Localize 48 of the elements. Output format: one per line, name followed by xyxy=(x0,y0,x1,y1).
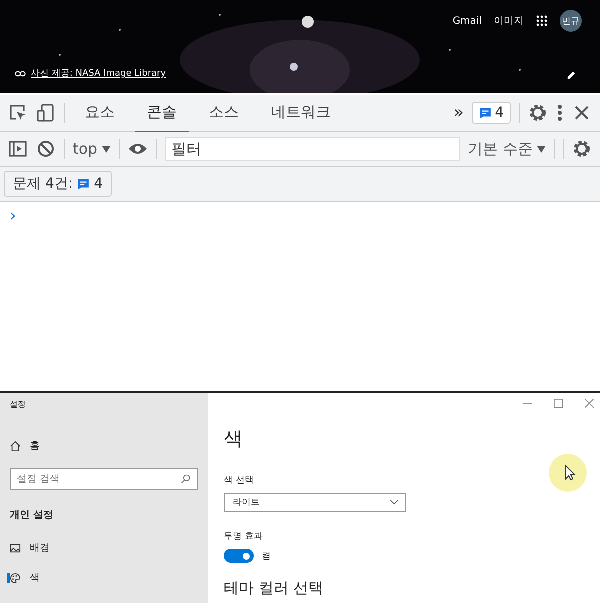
more-tabs-button[interactable]: » xyxy=(454,103,464,123)
search-icon xyxy=(181,474,191,484)
toggle-switch[interactable] xyxy=(224,549,254,563)
clear-icon[interactable] xyxy=(36,139,56,159)
section-heading: 개인 설정 xyxy=(10,509,54,522)
device-icon[interactable] xyxy=(36,103,56,123)
inspect-icon[interactable] xyxy=(8,103,28,123)
cursor-icon xyxy=(548,453,588,493)
field-label: 색 선택 xyxy=(224,475,255,487)
panel-tab[interactable]: 요소 xyxy=(73,94,127,132)
panel-tab[interactable]: 소스 xyxy=(197,94,251,132)
top-link[interactable]: 이미지 xyxy=(494,14,524,28)
image-icon xyxy=(10,542,21,554)
settings-icon[interactable] xyxy=(572,139,592,159)
context-dropdown[interactable]: top xyxy=(73,140,111,158)
nav-item[interactable]: 배경 xyxy=(10,536,198,560)
kebab-menu-icon[interactable] xyxy=(556,103,564,123)
top-link[interactable]: Gmail xyxy=(452,16,482,26)
palette-icon xyxy=(10,572,21,584)
field-label: 투명 효과 xyxy=(224,531,264,543)
issues-button[interactable]: 문제 4건: 4 xyxy=(4,171,112,197)
apps-grid-icon[interactable] xyxy=(536,15,548,27)
message-icon xyxy=(77,178,90,190)
toggle-state: 켬 xyxy=(262,550,271,562)
photo-credit-link[interactable]: 사진 제공: NASA Image Library xyxy=(31,67,166,80)
issues-badge[interactable]: 4 xyxy=(472,102,511,124)
message-icon xyxy=(479,106,492,120)
sidebar-toggle-icon[interactable] xyxy=(8,139,28,159)
search-field[interactable]: 설정 검색 xyxy=(10,468,198,490)
close-icon[interactable] xyxy=(585,399,594,408)
caret-icon xyxy=(102,146,111,152)
page-title: 색 xyxy=(224,427,244,452)
window-title: 설정 xyxy=(10,399,27,410)
console-prompt[interactable]: › xyxy=(10,206,16,225)
settings-icon[interactable] xyxy=(528,103,548,123)
nav-item[interactable]: 색 xyxy=(10,566,198,590)
maximize-icon[interactable] xyxy=(554,399,563,408)
chevron-down-icon xyxy=(390,500,399,505)
pencil-icon[interactable] xyxy=(567,71,576,80)
color-mode-dropdown[interactable]: 라이트 xyxy=(224,493,406,512)
panel-tab[interactable]: 네트워크 xyxy=(259,94,343,132)
caret-icon xyxy=(537,146,546,152)
log-level-dropdown[interactable]: 기본 수준 xyxy=(468,140,546,158)
home-link[interactable]: 홈 xyxy=(30,439,40,453)
link-icon xyxy=(15,70,26,76)
filter-field[interactable]: 필터 xyxy=(164,137,460,161)
section-heading: 테마 컬러 선택 xyxy=(224,579,325,598)
home-icon xyxy=(10,440,21,452)
